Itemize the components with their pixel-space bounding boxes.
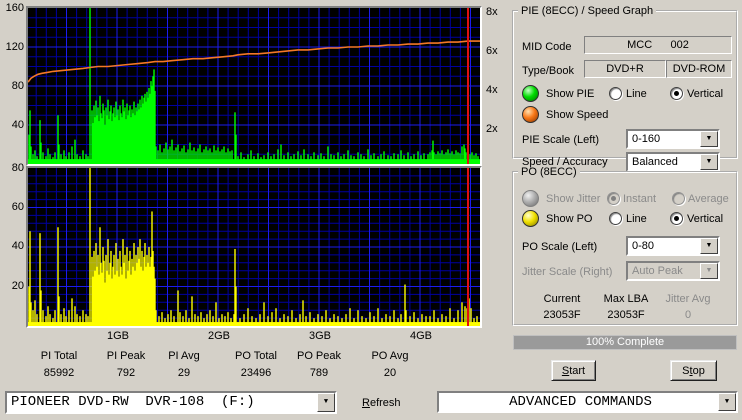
po-vertical-radio[interactable] — [670, 212, 683, 225]
pie-scale-dropdown[interactable]: 0-160 ▼ — [626, 129, 720, 149]
po-group: PO (8ECC) Show Jitter Instant Average Sh… — [512, 166, 738, 326]
xtick-4gb: 4GB — [409, 330, 432, 342]
show-jitter-label: Show Jitter — [546, 193, 601, 205]
po-group-title: PO (8ECC) — [521, 166, 577, 178]
advanced-commands-dropdown[interactable]: ADVANCED COMMANDS ▼ — [437, 391, 738, 413]
stat-pi-avg: PI Avg 29 — [168, 350, 200, 379]
po-line-label: Line — [626, 213, 647, 225]
disc-type-field: DVD+R — [584, 60, 666, 78]
current-value: 23053F — [543, 309, 581, 321]
po-plot — [28, 168, 480, 326]
jitter-scale-dropdown: Auto Peak ▼ — [626, 261, 720, 281]
pie-ytick-80: 80 — [11, 80, 24, 92]
po-ytick-40: 40 — [11, 240, 24, 252]
pie-ytick-40: 40 — [11, 119, 24, 131]
po-ytick-20: 20 — [11, 280, 24, 292]
jitter-instant-radio — [607, 192, 620, 205]
po-line-radio[interactable] — [609, 212, 622, 225]
mid-code-field: MCC 002 — [584, 36, 732, 54]
jitter-average-radio — [672, 192, 685, 205]
pie-scale-label: PIE Scale (Left) — [522, 134, 600, 146]
pie-vertical-radio[interactable] — [670, 87, 683, 100]
pie-line-label: Line — [626, 88, 647, 100]
speed-ytick-6x: 6x — [486, 45, 498, 57]
disc-quality-scan-window: { "colors":{ "chart_bg":"#000000","grid_… — [0, 0, 742, 420]
show-speed-label: Show Speed — [546, 109, 609, 121]
po-scale-label: PO Scale (Left) — [522, 241, 598, 253]
jitter-scale-dropdown-arrow-icon: ▼ — [700, 263, 718, 279]
show-jitter-led-button — [522, 190, 539, 207]
pie-speed-group: PIE (8ECC) / Speed Graph MID Code MCC 00… — [512, 5, 738, 172]
max-lba-value: 23053F — [607, 309, 645, 321]
po-ytick-60: 60 — [11, 201, 24, 213]
pie-plot — [28, 8, 480, 164]
show-speed-led-button[interactable] — [522, 106, 539, 123]
po-vertical-label: Vertical — [687, 213, 724, 225]
pie-line-radio[interactable] — [609, 87, 622, 100]
mid-code-label: MID Code — [522, 41, 572, 53]
jitter-avg-value: 0 — [684, 309, 692, 321]
stat-pi-total: PI Total 85992 — [40, 350, 78, 379]
pie-group-title: PIE (8ECC) / Speed Graph — [521, 5, 654, 17]
stop-button[interactable]: Stop — [670, 360, 717, 381]
jitter-avg-label: Jitter Avg — [665, 293, 711, 305]
stat-po-avg: PO Avg 20 — [371, 350, 409, 379]
pie-speed-chart — [26, 6, 482, 166]
show-pie-led-button[interactable] — [522, 85, 539, 102]
stat-po-peak: PO Peak 789 — [296, 350, 342, 379]
max-lba-label: Max LBA — [603, 293, 649, 305]
show-po-label: Show PO — [546, 213, 593, 225]
drive-select-dropdown[interactable]: PIONEER DVD-RW DVR-108 (F:) ▼ — [5, 391, 337, 414]
xtick-1gb: 1GB — [106, 330, 129, 342]
xtick-3gb: 3GB — [308, 330, 331, 342]
refresh-button[interactable]: Refresh — [362, 397, 401, 409]
po-chart — [26, 166, 482, 328]
stat-po-total: PO Total 23496 — [235, 350, 277, 379]
show-po-led-button[interactable] — [522, 210, 539, 227]
po-scale-dropdown-arrow-icon[interactable]: ▼ — [700, 238, 718, 254]
book-type-field: DVD-ROM — [666, 60, 732, 78]
speed-ytick-8x: 8x — [486, 6, 498, 18]
jitter-average-label: Average — [688, 193, 729, 205]
po-scale-dropdown[interactable]: 0-80 ▼ — [626, 236, 720, 256]
speed-ytick-2x: 2x — [486, 123, 498, 135]
type-book-label: Type/Book — [522, 65, 574, 77]
jitter-scale-label: Jitter Scale (Right) — [522, 266, 613, 278]
advanced-dropdown-arrow-icon[interactable]: ▼ — [718, 393, 736, 411]
show-pie-label: Show PIE — [546, 88, 595, 100]
pie-ytick-120: 120 — [5, 41, 24, 53]
scan-progress-bar: 100% Complete — [513, 335, 737, 350]
pie-vertical-label: Vertical — [687, 88, 724, 100]
start-button[interactable]: Start — [551, 360, 596, 381]
xtick-2gb: 2GB — [207, 330, 230, 342]
po-ytick-80: 80 — [11, 162, 24, 174]
jitter-instant-label: Instant — [623, 193, 657, 205]
pie-ytick-160: 160 — [5, 2, 24, 14]
current-label: Current — [543, 293, 581, 305]
drive-dropdown-arrow-icon[interactable]: ▼ — [317, 393, 335, 412]
speed-ytick-4x: 4x — [486, 84, 498, 96]
pie-scale-dropdown-arrow-icon[interactable]: ▼ — [700, 131, 718, 147]
